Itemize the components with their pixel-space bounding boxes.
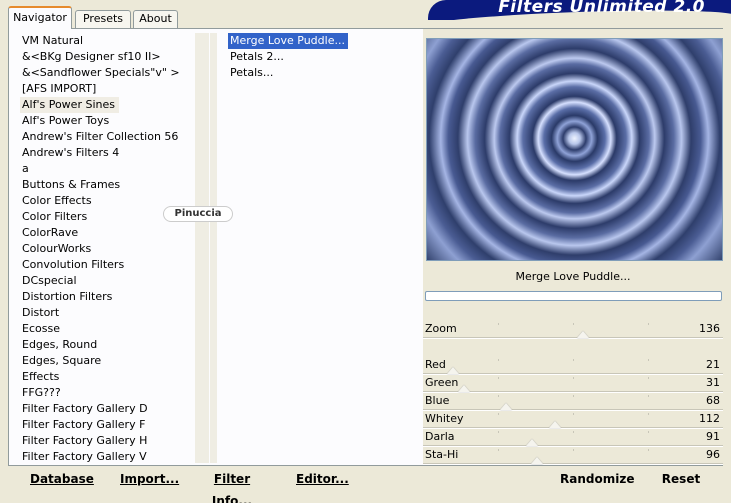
category-item[interactable]: FFG??? (20, 385, 195, 401)
slider-tick (573, 449, 574, 451)
slider-tick (498, 395, 499, 397)
category-item[interactable]: Convolution Filters (20, 257, 195, 273)
category-item[interactable]: Alf's Power Sines (20, 97, 119, 113)
category-item[interactable]: ColorRave (20, 225, 195, 241)
title-banner: Filters Unlimited 2.0 (428, 0, 731, 20)
category-item[interactable]: Buttons & Frames (20, 177, 195, 193)
randomize-button[interactable]: Randomize (560, 468, 634, 490)
slider-zoom[interactable]: Zoom 136 (423, 321, 723, 339)
tab-navigator[interactable]: Navigator (8, 6, 72, 29)
category-item[interactable]: Andrew's Filter Collection 56 (20, 129, 195, 145)
category-item[interactable]: ColourWorks (20, 241, 195, 257)
slider-tick (648, 377, 649, 379)
slider-track[interactable] (423, 463, 723, 465)
preview-and-controls: Merge Love Puddle... Zoom 136 Red 21 Green 31… (423, 29, 723, 465)
filter-item[interactable]: Petals 2... (228, 49, 416, 65)
slider-tick (573, 431, 574, 433)
slider-tick (648, 413, 649, 415)
slider-tick (573, 413, 574, 415)
slider-tick (573, 377, 574, 379)
category-item[interactable]: Edges, Square (20, 353, 195, 369)
tab-presets[interactable]: Presets (75, 10, 131, 28)
database-button[interactable]: Database (30, 468, 94, 490)
import-label: Import... (120, 472, 180, 486)
filter-info-button[interactable]: Filter Info... (199, 468, 265, 503)
category-item[interactable]: Alf's Power Toys (20, 113, 195, 129)
category-item[interactable]: VM Natural (20, 33, 195, 49)
filter-item[interactable]: Petals... (228, 65, 416, 81)
slider-tick (648, 449, 649, 451)
button-bar: Database Import... Filter Info... Editor… (0, 468, 731, 503)
category-item[interactable]: DCspecial (20, 273, 195, 289)
category-item[interactable]: Andrew's Filters 4 (20, 145, 195, 161)
slider-tick (498, 359, 499, 361)
slider-thumb[interactable] (576, 331, 589, 338)
category-item[interactable]: Ecosse (20, 321, 195, 337)
category-item[interactable]: Filter Factory Gallery V (20, 449, 195, 463)
slider-sta-hi[interactable]: Sta-Hi 96 (423, 447, 723, 465)
tab-about[interactable]: About (133, 10, 178, 28)
app-title: Filters Unlimited 2.0 (498, 0, 705, 17)
slider-tick (498, 323, 499, 325)
slider-track[interactable] (423, 337, 723, 339)
slider-tick (573, 359, 574, 361)
progress-bar (425, 291, 722, 301)
slider-tick (498, 377, 499, 379)
slider-ticks (423, 447, 723, 463)
category-item[interactable]: &<BKg Designer sf10 II> (20, 49, 195, 65)
import-button[interactable]: Import... (120, 468, 179, 490)
slider-ticks (423, 429, 723, 445)
slider-tick (648, 359, 649, 361)
category-item[interactable]: [AFS IMPORT] (20, 81, 195, 97)
slider-tick (648, 431, 649, 433)
slider-thumb[interactable] (525, 439, 538, 446)
slider-ticks (423, 357, 723, 373)
filter-list-scrollbar[interactable] (210, 33, 217, 463)
slider-tick (498, 413, 499, 415)
editor-label: Editor... (296, 472, 349, 486)
database-label: Database (30, 472, 94, 486)
slider-thumb[interactable] (458, 385, 470, 392)
category-item[interactable]: Effects (20, 369, 195, 385)
preview-image (426, 38, 723, 261)
slider-blue[interactable]: Blue 68 (423, 393, 723, 411)
slider-red[interactable]: Red 21 (423, 357, 723, 375)
filter-list[interactable]: Merge Love Puddle... Petals 2... Petals... (228, 33, 416, 463)
slider-ticks (423, 393, 723, 409)
slider-tick (648, 395, 649, 397)
slider-whitey[interactable]: Whitey 112 (423, 411, 723, 429)
slider-green[interactable]: Green 31 (423, 375, 723, 393)
slider-tick (498, 449, 499, 451)
category-list[interactable]: VM Natural &<BKg Designer sf10 II> &<Sandf… (20, 33, 195, 463)
category-item[interactable]: a (20, 161, 195, 177)
category-item[interactable]: &<Sandflower Specials"v" > (20, 65, 195, 81)
navigator-panel: VM Natural &<BKg Designer sf10 II> &<Sandf… (8, 28, 723, 466)
slider-thumb[interactable] (446, 367, 459, 374)
slider-thumb[interactable] (499, 403, 512, 410)
category-item[interactable]: Filter Factory Gallery H (20, 433, 195, 449)
reset-button[interactable]: Reset (660, 468, 702, 490)
filter-info-label: Filter Info... (211, 472, 253, 503)
category-item[interactable]: Filter Factory Gallery D (20, 401, 195, 417)
slider-thumb[interactable] (531, 457, 544, 464)
category-item[interactable]: Distort (20, 305, 195, 321)
category-item[interactable]: Filter Factory Gallery F (20, 417, 195, 433)
slider-ticks (423, 321, 723, 337)
current-filter-name: Merge Love Puddle... (515, 270, 631, 283)
slider-thumb[interactable] (549, 421, 562, 428)
slider-ticks (423, 411, 723, 427)
slider-tick (573, 323, 574, 325)
filter-item[interactable]: Merge Love Puddle... (228, 33, 348, 49)
category-item[interactable]: Distortion Filters (20, 289, 195, 305)
slider-tick (498, 431, 499, 433)
category-list-scrollbar[interactable] (195, 33, 209, 463)
slider-darla[interactable]: Darla 91 (423, 429, 723, 447)
filters-unlimited-window: Filters Unlimited 2.0 Navigator Presets … (0, 0, 731, 503)
slider-tick (648, 323, 649, 325)
pinuccia-watermark: Pinuccia (163, 206, 233, 222)
slider-tick (573, 395, 574, 397)
editor-button[interactable]: Editor... (296, 468, 349, 490)
category-item[interactable]: Edges, Round (20, 337, 195, 353)
